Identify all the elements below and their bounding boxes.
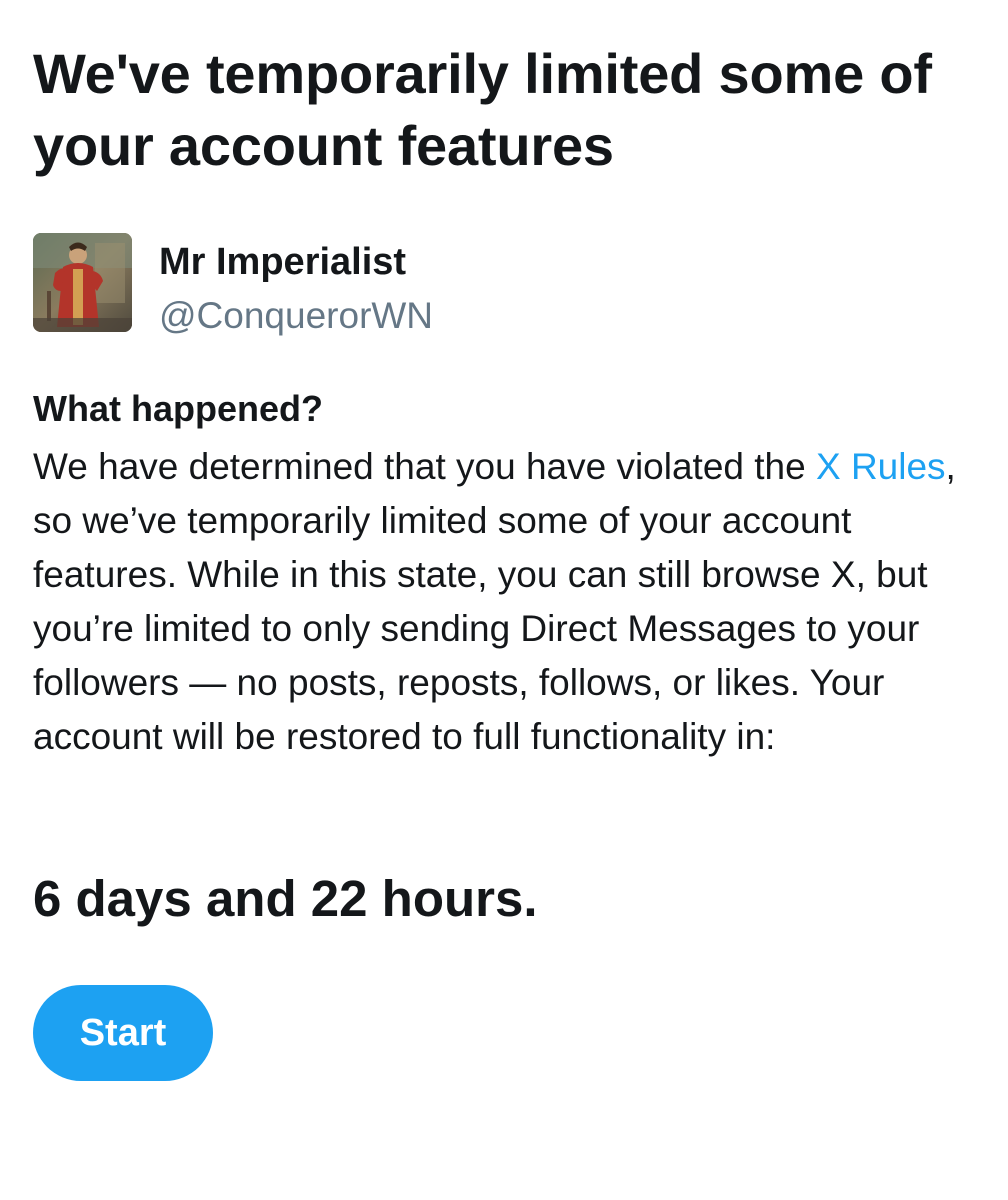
account-handle: @ConquerorWN <box>159 295 434 336</box>
account-card: Mr Imperialist @ConquerorWN <box>33 233 933 336</box>
start-button[interactable]: Start <box>33 985 213 1081</box>
notice-body-text-2: , so we’ve temporarily limited some of y… <box>33 446 956 757</box>
display-name: Mr Imperialist <box>159 241 407 283</box>
page-title: We've temporarily limited some of your a… <box>33 42 932 177</box>
section-heading: What happened? <box>33 388 323 429</box>
rules-link[interactable]: X Rules <box>816 446 946 487</box>
notice-body-text-1: We have determined that you have violate… <box>33 446 816 487</box>
notice-body: We have determined that you have violate… <box>33 440 978 764</box>
restriction-countdown: 6 days and 22 hours. <box>33 870 538 927</box>
avatar-image-icon <box>33 233 132 332</box>
avatar <box>33 233 132 332</box>
